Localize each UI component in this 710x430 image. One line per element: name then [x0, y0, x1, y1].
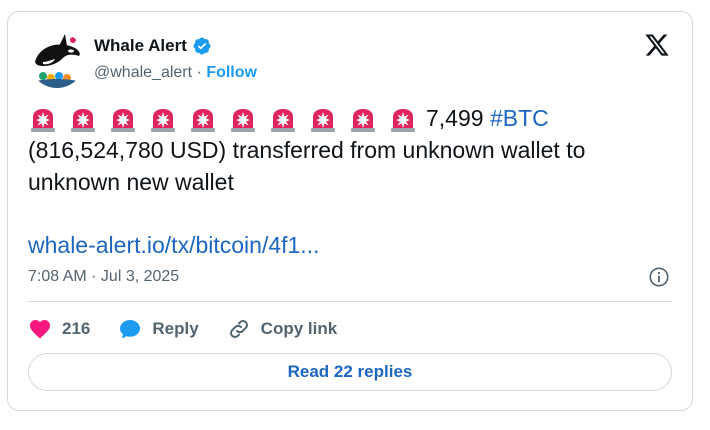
siren-icon	[308, 107, 338, 133]
follow-button[interactable]: Follow	[206, 64, 257, 81]
siren-icon	[228, 107, 258, 133]
siren-icon	[388, 107, 418, 133]
author-avatar[interactable]	[29, 32, 85, 88]
transaction-link[interactable]: whale-alert.io/tx/bitcoin/4f1...	[28, 229, 319, 261]
action-bar: 216 Reply Copy link	[28, 313, 365, 345]
divider	[28, 301, 672, 302]
siren-icon	[348, 107, 378, 133]
siren-icon	[108, 107, 138, 133]
separator-dot: ·	[196, 64, 202, 81]
author-name[interactable]: Whale Alert	[94, 36, 187, 56]
siren-icon	[68, 107, 98, 133]
siren-icon	[148, 107, 178, 133]
post-header: Whale Alert @whale_alert · Follow	[94, 34, 257, 84]
hashtag-btc[interactable]: #BTC	[490, 105, 549, 131]
read-replies-button[interactable]: Read 22 replies	[28, 353, 672, 391]
author-name-row: Whale Alert	[94, 34, 257, 58]
embedded-post-card: Whale Alert @whale_alert · Follow 7,499 …	[7, 11, 693, 411]
speech-bubble-icon	[120, 320, 141, 339]
like-count: 216	[62, 319, 91, 338]
x-logo-icon[interactable]	[644, 32, 670, 58]
post-body: (816,524,780 USD) transferred from unkno…	[28, 137, 586, 195]
copy-link-label: Copy link	[260, 319, 338, 338]
author-handle-row: @whale_alert · Follow	[94, 62, 257, 84]
btc-amount: 7,499	[426, 105, 484, 131]
like-button[interactable]: 216	[28, 317, 90, 341]
siren-icon	[28, 107, 58, 133]
heart-icon	[30, 320, 50, 339]
siren-emoji-row	[28, 107, 418, 133]
siren-icon	[188, 107, 218, 133]
siren-icon	[268, 107, 298, 133]
post-text: 7,499 #BTC (816,524,780 USD) transferred…	[28, 102, 668, 198]
copy-link-button[interactable]: Copy link	[227, 317, 338, 341]
author-handle[interactable]: @whale_alert	[94, 64, 192, 81]
link-icon	[229, 320, 248, 338]
verified-badge-icon	[193, 37, 211, 55]
reply-button[interactable]: Reply	[118, 317, 199, 341]
info-icon[interactable]	[648, 266, 670, 288]
post-timestamp[interactable]: 7:08 AM · Jul 3, 2025	[28, 266, 179, 288]
reply-label: Reply	[152, 319, 199, 338]
